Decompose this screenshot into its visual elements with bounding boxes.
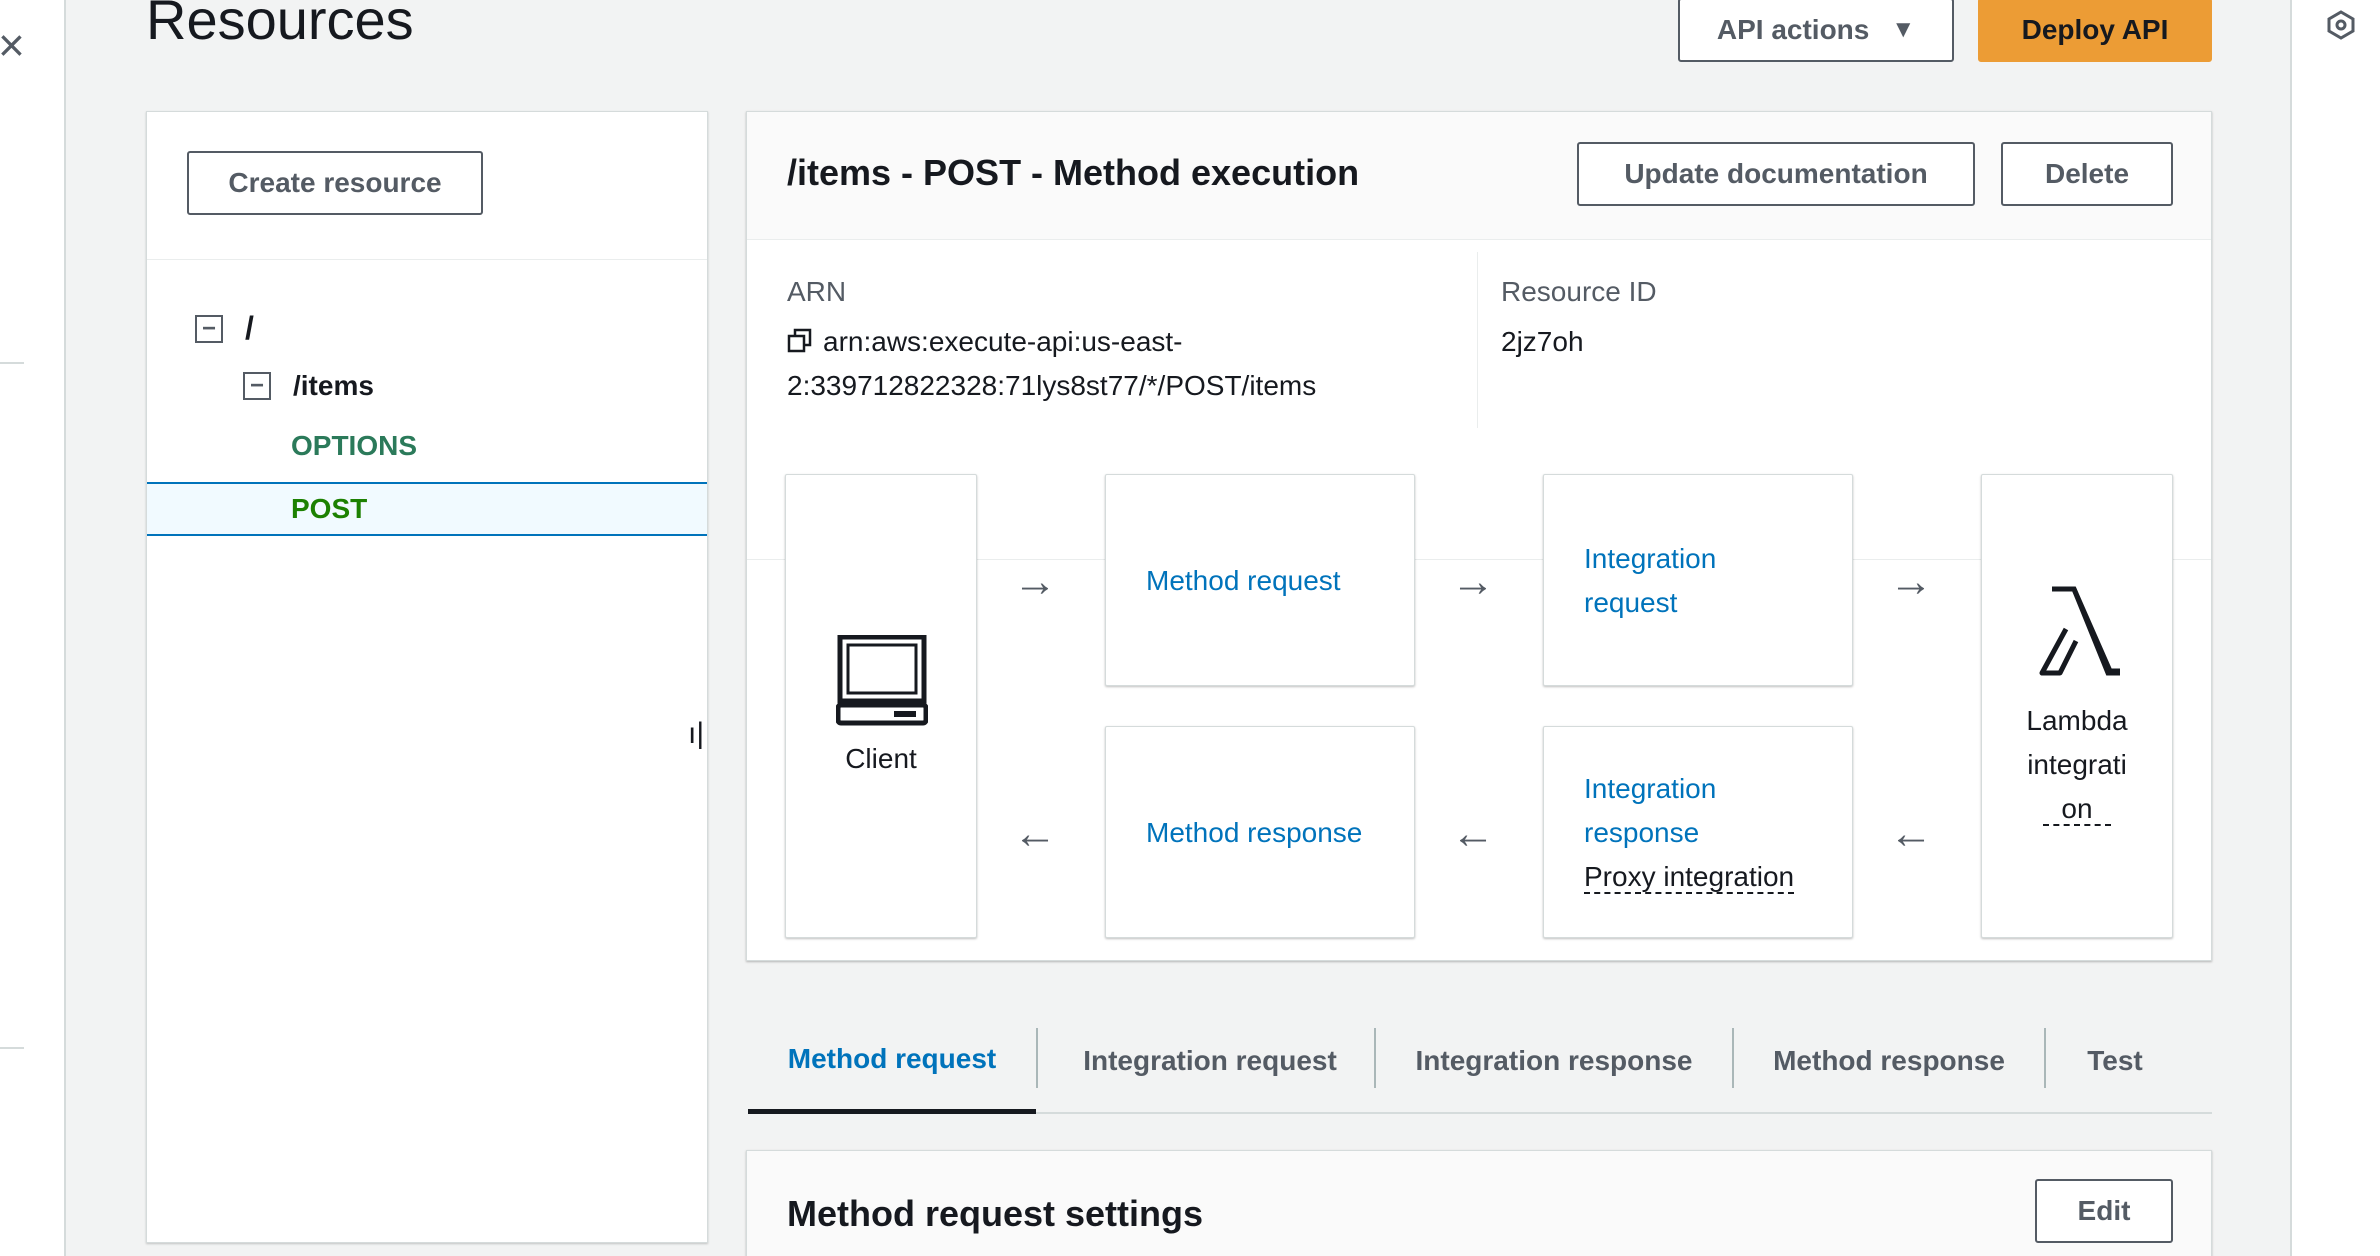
arrow-left-icon: ←: [1889, 809, 1933, 858]
caret-down-icon: ▼: [1891, 16, 1916, 43]
arrow-right-icon: →: [1451, 557, 1495, 606]
right-side-panel: [2290, 0, 2380, 1256]
update-documentation-button[interactable]: Update documentation: [1577, 142, 1975, 206]
integration-response-line-1: Integration: [1584, 773, 1717, 804]
lambda-line-1: Lambda: [2026, 705, 2128, 736]
integration-response-link[interactable]: Integration response: [1584, 767, 1716, 855]
integration-response-line-2: response: [1584, 817, 1700, 848]
arn-line-2: 2:339712822328:71lys8st77/*/POST/items: [787, 370, 1317, 401]
arrow-left-icon: ←: [1451, 809, 1495, 858]
api-actions-label: API actions: [1716, 14, 1870, 45]
settings-hex-icon[interactable]: [2326, 10, 2356, 40]
tab-integration-request[interactable]: Integration request: [1038, 1008, 1382, 1114]
divider: [0, 1047, 24, 1049]
arn-label: ARN: [787, 276, 847, 307]
tab-method-request[interactable]: Method request: [748, 1008, 1036, 1114]
page: × Resources API actions ▼ Deploy API Cre…: [0, 0, 2380, 1256]
resource-tree-panel: Create resource − / − /items OPTIONS POS…: [146, 111, 708, 1243]
method-execution-header: /items - POST - Method execution Update …: [747, 112, 2211, 240]
arrow-right-icon: →: [1013, 557, 1057, 606]
method-response-box[interactable]: Method response: [1105, 726, 1415, 938]
divider: [1477, 252, 1478, 428]
resource-id-label: Resource ID: [1501, 276, 1657, 307]
tree-method-options[interactable]: OPTIONS: [291, 430, 417, 462]
copy-icon[interactable]: [787, 328, 813, 354]
deploy-api-button[interactable]: Deploy API: [1978, 0, 2212, 62]
method-execution-panel: /items - POST - Method execution Update …: [746, 111, 2212, 961]
divider: [0, 362, 24, 364]
client-label: Client: [845, 743, 917, 774]
method-request-box[interactable]: Method request: [1105, 474, 1415, 686]
lambda-line-2: integrati: [2027, 749, 2127, 780]
integration-request-line-2: request: [1584, 587, 1678, 618]
resource-id-value: 2jz7oh: [1501, 326, 1584, 357]
edit-button[interactable]: Edit: [2035, 1179, 2173, 1243]
integration-request-line-1: Integration: [1584, 543, 1717, 574]
tab-integration-response[interactable]: Integration response: [1376, 1008, 1732, 1114]
client-box: Client: [785, 474, 977, 938]
integration-request-box[interactable]: Integration request: [1543, 474, 1853, 686]
tree-method-post[interactable]: POST: [147, 482, 707, 536]
settings-title: Method request settings: [787, 1193, 1204, 1234]
arrow-left-icon: ←: [1013, 809, 1057, 858]
tree-header: Create resource: [147, 112, 707, 260]
method-request-link[interactable]: Method request: [1146, 559, 1341, 603]
left-side-panel: ×: [0, 0, 66, 1256]
tree-item-root[interactable]: − /: [195, 310, 254, 347]
collapse-icon[interactable]: −: [243, 372, 271, 400]
proxy-integration-label[interactable]: Proxy integration: [1584, 861, 1795, 894]
tab-method-response[interactable]: Method response: [1734, 1008, 2044, 1114]
computer-icon: [836, 635, 928, 726]
lambda-icon: [2039, 586, 2120, 676]
integration-request-link[interactable]: Integration request: [1584, 537, 1716, 625]
collapse-icon[interactable]: −: [195, 314, 223, 343]
lambda-box: Lambda integrati on: [1981, 474, 2173, 938]
arrow-right-icon: →: [1889, 557, 1933, 606]
api-actions-button[interactable]: API actions ▼: [1678, 0, 1954, 62]
lambda-integration-label: Lambda integrati on: [1982, 699, 2172, 831]
lambda-line-3[interactable]: on: [2043, 793, 2111, 826]
integration-response-box[interactable]: Integration response Proxy integration: [1543, 726, 1853, 938]
method-tabs: Method request Integration request Integ…: [748, 1008, 2212, 1114]
method-request-settings-panel: Method request settings Edit: [746, 1150, 2212, 1256]
method-response-link[interactable]: Method response: [1146, 811, 1362, 855]
create-resource-button[interactable]: Create resource: [187, 151, 483, 215]
page-title: Resources: [146, 0, 414, 51]
tab-test[interactable]: Test: [2046, 1008, 2184, 1114]
arn-line-1: arn:aws:execute-api:us-east-: [823, 326, 1183, 357]
delete-button[interactable]: Delete: [2001, 142, 2173, 206]
resize-handle[interactable]: ı|: [688, 717, 704, 751]
arn-value: arn:aws:execute-api:us-east- 2:339712822…: [787, 320, 1316, 408]
close-icon[interactable]: ×: [0, 22, 25, 68]
tree-item-label: /items: [293, 370, 374, 401]
tree-item-label: /: [245, 310, 254, 346]
tree-item-items[interactable]: − /items: [243, 370, 374, 402]
method-execution-title: /items - POST - Method execution: [787, 152, 1360, 193]
